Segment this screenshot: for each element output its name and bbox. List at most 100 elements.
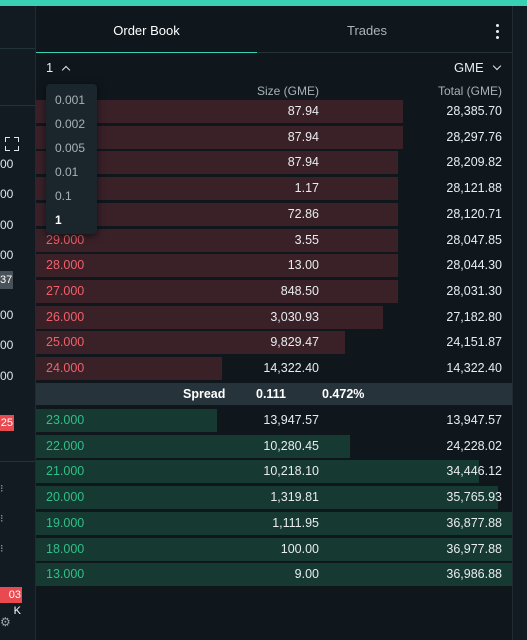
precision-option-selected[interactable]: 1 — [55, 210, 62, 230]
depth-bar — [36, 305, 384, 329]
price-cell: 27.000 — [46, 283, 85, 298]
size-cell: 10,218.10 — [263, 464, 319, 479]
size-cell: 10,280.45 — [263, 438, 319, 453]
size-column-header: Size (GME) — [256, 84, 319, 98]
total-cell: 28,120.71 — [446, 206, 502, 221]
total-cell: 24,228.02 — [446, 438, 502, 453]
expand-icon[interactable] — [5, 137, 19, 151]
total-cell: 27,182.80 — [446, 309, 502, 324]
ask-row[interactable]: 25.000 9,829.47 24,151.87 — [36, 331, 512, 355]
chevron-up-icon — [61, 65, 71, 75]
bid-row[interactable]: 18.000 100.00 36,977.88 — [36, 537, 512, 561]
order-book-panel: Order Book Trades 1 GME Size (GME) Total… — [36, 6, 512, 640]
precision-value: 1 — [46, 60, 54, 75]
size-cell: 87.94 — [287, 104, 319, 118]
ask-row[interactable]: 1.17 28,121.88 — [36, 177, 512, 201]
ask-row[interactable]: 27.000 848.50 28,031.30 — [36, 279, 512, 303]
bid-row[interactable]: 22.000 10,280.45 24,228.02 — [36, 434, 512, 458]
total-column-header: Total (GME) — [437, 84, 502, 98]
total-cell: 34,446.12 — [446, 464, 502, 479]
bid-row[interactable]: 19.000 1,111.95 36,877.88 — [36, 511, 512, 535]
cross-icon: ⁝ — [0, 543, 4, 555]
total-cell: 14,322.40 — [446, 361, 502, 375]
size-cell: 87.94 — [287, 155, 319, 170]
bid-row[interactable]: 13.000 9.00 36,986.88 — [36, 563, 512, 587]
spread-value: 0.111 — [256, 387, 286, 401]
ask-row[interactable]: 87.94 28,385.70 — [36, 100, 512, 123]
size-cell: 1.17 — [294, 181, 319, 196]
volume-badge: 03 K — [0, 587, 22, 617]
cross-icon: ⁝ — [0, 513, 4, 525]
tab-bar: Order Book Trades — [36, 6, 512, 53]
precision-option[interactable]: 0.002 — [55, 114, 85, 134]
tab-label: Trades — [347, 23, 387, 38]
size-cell: 14,322.40 — [263, 361, 319, 375]
ask-row[interactable]: 87.94 28,209.82 — [36, 151, 512, 175]
active-tab-underline — [36, 52, 257, 53]
depth-bar — [36, 563, 512, 587]
bid-row[interactable]: 23.000 13,947.57 13,947.57 — [36, 409, 512, 432]
price-cell: 24.000 — [46, 361, 85, 375]
price-cell: 13.000 — [46, 567, 85, 582]
total-cell: 28,044.30 — [446, 258, 502, 273]
divider — [0, 461, 35, 462]
precision-selector[interactable]: 1 — [46, 58, 71, 84]
left-value: 00 — [0, 338, 14, 352]
tab-trades[interactable]: Trades — [257, 6, 477, 52]
precision-option[interactable]: 0.001 — [55, 90, 85, 110]
tab-order-book[interactable]: Order Book — [36, 6, 257, 53]
depth-bar — [36, 254, 398, 278]
more-options-icon[interactable] — [490, 24, 504, 40]
left-value: 00 — [0, 187, 14, 201]
spread-row: Spread 0.111 0.472% — [36, 383, 512, 405]
asset-label: GME — [454, 60, 484, 75]
total-cell: 36,986.88 — [446, 567, 502, 582]
dark-badge: 37 — [0, 271, 13, 289]
size-cell: 848.50 — [280, 283, 319, 298]
ask-row[interactable]: 26.000 3,030.93 27,182.80 — [36, 305, 512, 329]
settings-icon[interactable]: ⚙ — [0, 615, 11, 629]
bid-row[interactable]: 21.000 10,218.10 34,446.12 — [36, 460, 512, 484]
price-cell: 25.000 — [46, 335, 85, 350]
precision-option[interactable]: 0.01 — [55, 162, 78, 182]
size-cell: 13,947.57 — [263, 413, 319, 427]
total-cell: 36,877.88 — [446, 515, 502, 530]
price-cell: 20.000 — [46, 490, 85, 505]
ask-row[interactable]: 87.94 28,297.76 — [36, 125, 512, 149]
size-cell: 100.00 — [280, 541, 319, 556]
precision-option[interactable]: 0.1 — [55, 186, 72, 206]
ask-row[interactable]: 72.86 28,120.71 — [36, 202, 512, 226]
ask-row[interactable]: 24.000 14,322.40 14,322.40 — [36, 357, 512, 380]
divider — [0, 105, 35, 106]
highlight-badge: 25 — [0, 415, 14, 431]
left-value: 00 — [0, 369, 14, 383]
precision-option[interactable]: 0.005 — [55, 138, 85, 158]
price-cell: 28.000 — [46, 258, 85, 273]
total-cell: 28,121.88 — [446, 181, 502, 196]
left-value: 00 — [0, 308, 14, 322]
depth-bar — [36, 537, 512, 561]
price-cell: 22.000 — [46, 438, 85, 453]
right-edge-panel — [512, 6, 527, 640]
spread-percent: 0.472% — [322, 387, 365, 401]
depth-bar — [36, 279, 398, 303]
total-cell: 24,151.87 — [446, 335, 502, 350]
total-cell: 28,031.30 — [446, 283, 502, 298]
price-cell: 21.000 — [46, 464, 85, 479]
tab-label: Order Book — [113, 23, 180, 38]
left-panel: 00 00 00 00 37 00 00 00 25 ⁝ ⁝ ⁝ 03 K ⚙ — [0, 6, 36, 640]
bid-row[interactable]: 20.000 1,319.81 35,765.93 — [36, 486, 512, 510]
size-cell: 9,829.47 — [270, 335, 319, 350]
price-cell: 26.000 — [46, 309, 85, 324]
total-cell: 28,385.70 — [446, 104, 502, 118]
size-cell: 13.00 — [287, 258, 319, 273]
total-cell: 28,047.85 — [446, 232, 502, 247]
size-cell: 1,319.81 — [270, 490, 319, 505]
price-cell: 23.000 — [46, 413, 85, 427]
price-cell: 19.000 — [46, 515, 85, 530]
size-cell: 87.94 — [287, 129, 319, 144]
ask-row[interactable]: 29.000 3.55 28,047.85 — [36, 228, 512, 252]
ask-row[interactable]: 28.000 13.00 28,044.30 — [36, 254, 512, 278]
asset-selector[interactable]: GME — [454, 58, 501, 84]
left-value: 00 — [0, 248, 14, 262]
